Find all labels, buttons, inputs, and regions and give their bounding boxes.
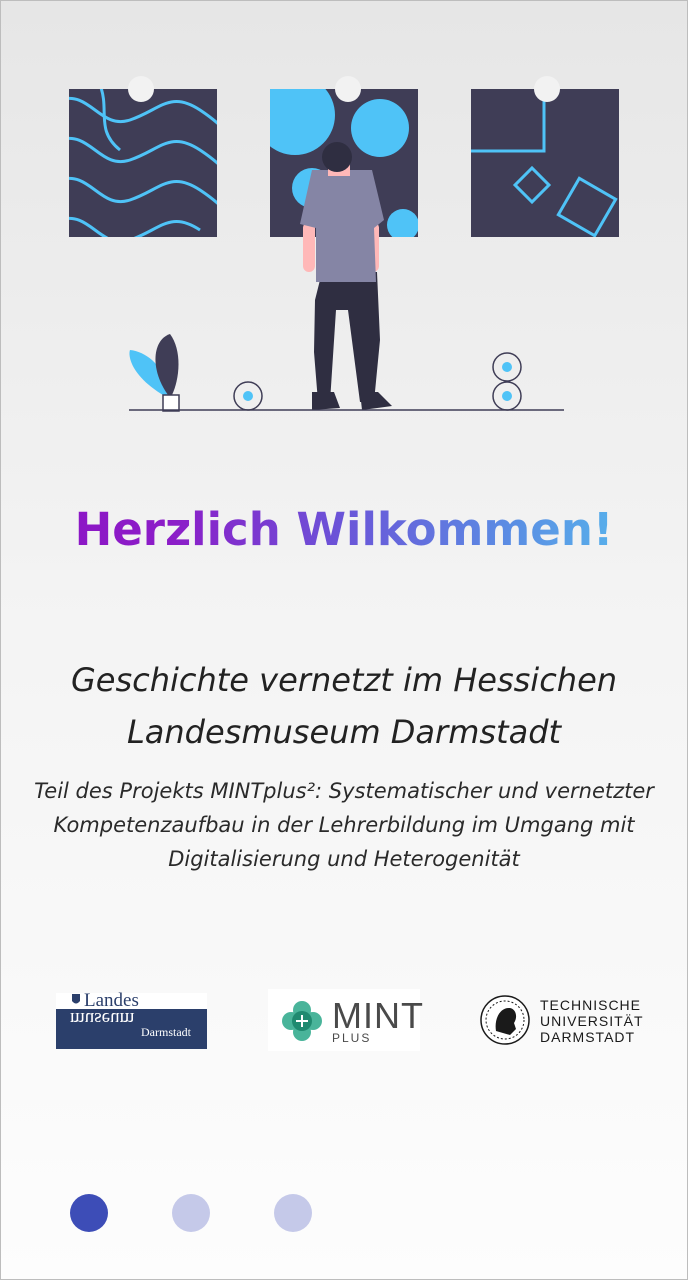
page-dot-2[interactable] — [172, 1194, 210, 1232]
landesmuseum-logo[interactable]: Landes museum Darmstadt — [56, 990, 207, 1049]
lion-crest-icon — [72, 994, 80, 1004]
athena-seal-icon — [480, 995, 530, 1045]
page-dot-1[interactable] — [70, 1194, 108, 1232]
painting-geometric — [471, 76, 619, 237]
hero-illustration — [69, 76, 619, 412]
logo-text-darmstadt: Darmstadt — [141, 1025, 191, 1039]
page-indicator — [0, 1194, 688, 1234]
project-description: Teil des Projekts MINTplus²: Systematisc… — [34, 779, 654, 871]
mintplus-logo[interactable]: MINT PLUS — [268, 989, 423, 1051]
page-dot-3[interactable] — [274, 1194, 312, 1232]
logo-text-darmstadt: DARMSTADT — [540, 1029, 636, 1045]
welcome-heading: Herzlich Wilkommen! — [0, 500, 688, 560]
painting-waves — [69, 76, 217, 237]
plant-decoration — [129, 334, 180, 412]
logo-text-plus: PLUS — [332, 1031, 372, 1045]
logo-text-universitaet: UNIVERSITÄT — [540, 1013, 644, 1029]
app-subtitle: Geschichte vernetzt im Hessichen Landesm… — [70, 661, 618, 751]
logo-text-museum: museum — [70, 1008, 135, 1029]
logo-text-technische: TECHNISCHE — [540, 997, 642, 1013]
mint-flower-icon — [282, 1001, 322, 1041]
partner-logos: Landes museum Darmstadt MINT PLUS TECHNI… — [0, 985, 688, 1055]
tu-darmstadt-logo[interactable]: TECHNISCHE UNIVERSITÄT DARMSTADT — [480, 989, 643, 1051]
